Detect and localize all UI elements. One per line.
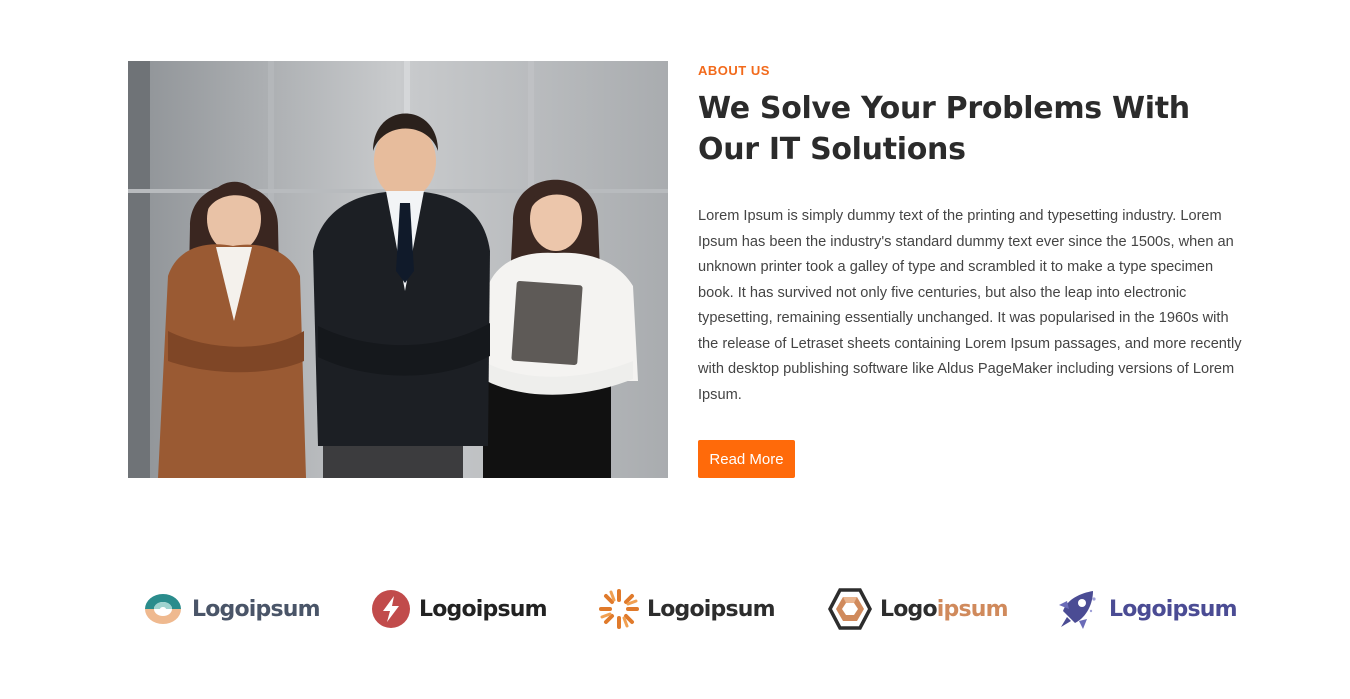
logo-wordmark: Logoipsum [647,596,776,622]
partner-logos: Logoipsum Logoipsum Logoipsum Logoipsum … [128,586,1238,632]
logo-wordmark: Logoipsum [192,596,321,622]
logo-wordmark: Logoipsum [1109,596,1238,622]
partner-logo-1[interactable]: Logoipsum [142,586,321,632]
section-eyebrow: ABOUT US [698,63,770,78]
section-title: We Solve Your Problems With Our IT Solut… [698,91,1190,167]
about-content: ABOUT US We Solve Your Problems With Our… [698,61,1243,408]
logo-wordmark-accent: ipsum [936,596,1009,622]
rocket-logo-icon [1059,591,1096,629]
hexagon-logo-icon [828,588,872,630]
partner-logo-2[interactable]: Logoipsum [371,586,548,632]
partner-logo-5[interactable]: Logoipsum [1057,586,1238,632]
partner-logo-3[interactable]: Logoipsum [599,586,776,632]
sun-logo-icon [599,589,639,629]
partner-logo-4[interactable]: Logoipsum [828,586,1009,632]
bolt-logo-icon [372,590,410,628]
logo-wordmark: Logoipsum [419,596,548,622]
ring-logo-icon [145,594,181,624]
read-more-button[interactable]: Read More [698,440,795,478]
about-section: ABOUT US We Solve Your Problems With Our… [128,61,1242,478]
logo-wordmark: Logoipsum [880,596,1009,622]
logo-wordmark-primary: Logo [880,596,938,622]
team-photo-illustration [128,61,668,478]
section-description: Lorem Ipsum is simply dummy text of the … [698,208,1242,403]
team-photo [128,61,668,478]
